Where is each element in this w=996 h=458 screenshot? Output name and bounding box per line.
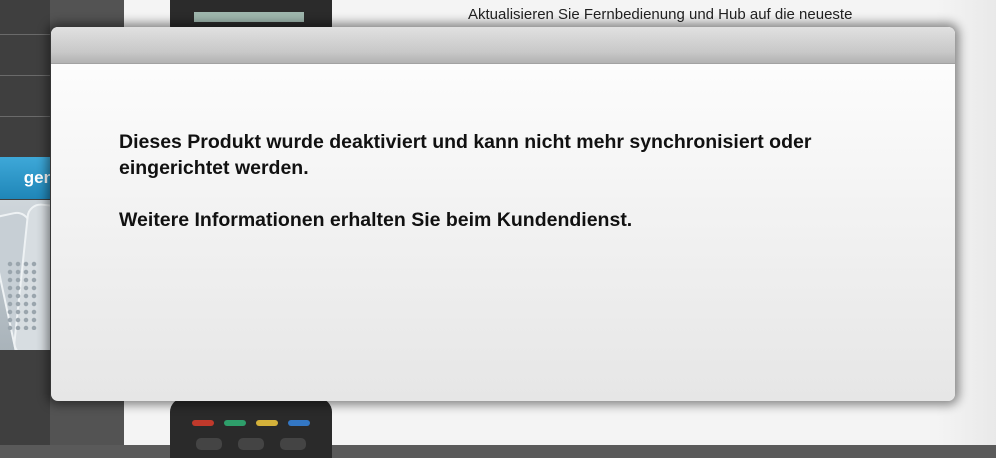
remote-button-icon <box>280 438 306 450</box>
blue-button-icon <box>288 420 310 426</box>
red-button-icon <box>192 420 214 426</box>
deactivated-message: Dieses Produkt wurde deaktiviert und kan… <box>119 131 812 179</box>
dialog-header <box>51 27 955 64</box>
sidebar-divider <box>0 34 50 35</box>
green-button-icon <box>224 420 246 426</box>
remote-thumbnail-image <box>0 200 50 350</box>
remote-screen <box>194 12 304 22</box>
remote-buttons-pattern <box>6 260 38 330</box>
deactivated-product-dialog: Dieses Produkt wurde deaktiviert und kan… <box>51 27 955 401</box>
remote-button-icon <box>238 438 264 450</box>
sidebar-divider <box>0 116 50 117</box>
yellow-button-icon <box>256 420 278 426</box>
remote-button-icon <box>196 438 222 450</box>
dialog-body: Dieses Produkt wurde deaktiviert und kan… <box>119 129 919 233</box>
update-instructions-text: Aktualisieren Sie Fernbedienung und Hub … <box>468 6 853 23</box>
sidebar-tab-active[interactable]: gen <box>0 157 50 199</box>
sidebar-tab-label: gen <box>23 168 50 187</box>
sidebar: gen <box>0 0 50 445</box>
support-message: Weitere Informationen erhalten Sie beim … <box>119 209 633 231</box>
sidebar-divider <box>0 75 50 76</box>
remote-device-image-bottom <box>170 398 332 458</box>
